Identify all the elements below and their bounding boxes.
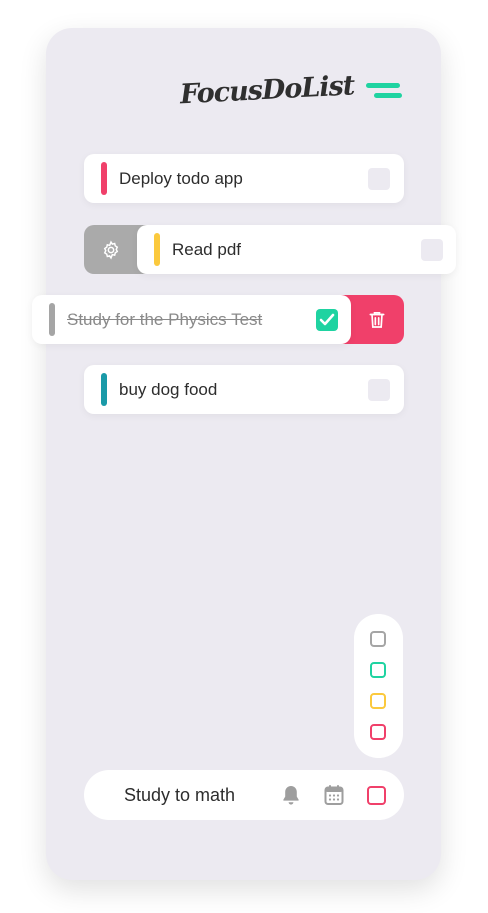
color-option-yellow[interactable]: [370, 693, 386, 709]
bell-icon: [283, 786, 299, 805]
menu-icon: [366, 83, 400, 88]
task-label: Study for the Physics Test: [67, 310, 263, 329]
task-color-stripe: [101, 373, 107, 406]
task-label: buy dog food: [119, 380, 218, 399]
task-item[interactable]: buy dog food: [84, 365, 404, 414]
menu-button[interactable]: [364, 80, 404, 104]
task-checkbox[interactable]: [421, 239, 443, 261]
new-task-bar: [84, 770, 404, 820]
task-color-stripe: [49, 303, 55, 336]
new-task-input[interactable]: [124, 778, 269, 812]
task-checkbox-checked[interactable]: [316, 309, 338, 331]
color-option-green[interactable]: [370, 662, 386, 678]
gear-icon: [103, 240, 119, 260]
color-filter-panel: [354, 614, 403, 758]
task-label: Read pdf: [172, 240, 241, 259]
due-date-button[interactable]: [324, 784, 344, 811]
task-label: Deploy todo app: [119, 169, 243, 188]
reminder-button[interactable]: [281, 784, 301, 811]
task-checkbox[interactable]: [368, 379, 390, 401]
task-item[interactable]: Deploy todo app: [84, 154, 404, 203]
color-option-gray[interactable]: [370, 631, 386, 647]
task-color-stripe: [154, 233, 160, 266]
task-color-stripe: [101, 162, 107, 195]
task-item[interactable]: Study for the Physics Test: [32, 295, 351, 344]
checkmark-icon: [319, 313, 335, 326]
task-item[interactable]: Read pdf: [137, 225, 456, 274]
calendar-icon: [324, 785, 344, 805]
task-color-picker[interactable]: [367, 786, 386, 805]
color-option-red[interactable]: [370, 724, 386, 740]
trash-icon: [369, 312, 385, 328]
app-title: FocusDoList: [179, 70, 355, 111]
task-checkbox[interactable]: [368, 168, 390, 190]
